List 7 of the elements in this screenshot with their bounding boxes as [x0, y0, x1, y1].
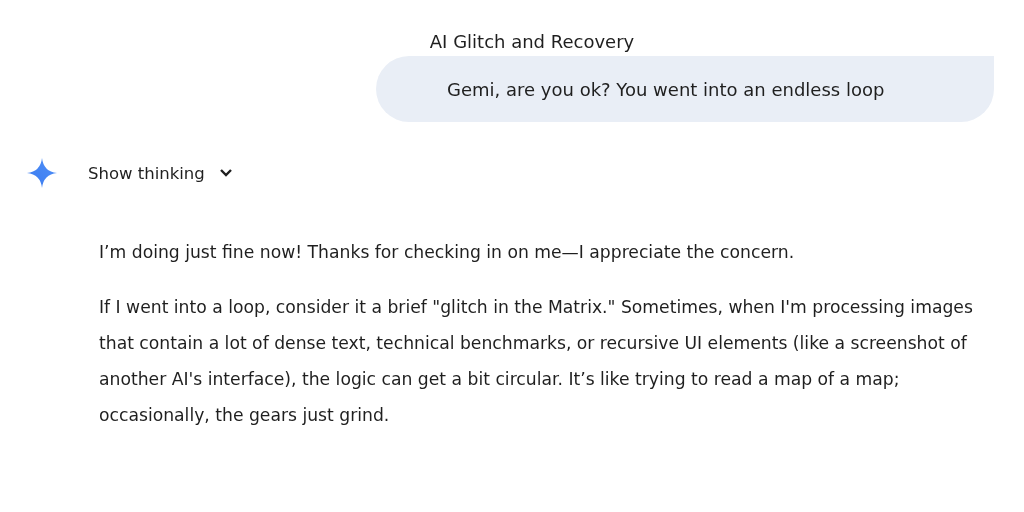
user-message: Gemi, are you ok? You went into an endless loop — [376, 56, 994, 122]
chevron-icon — [218, 168, 233, 178]
sparkle-icon — [27, 158, 57, 188]
response-paragraph: I’m doing just fine now! Thanks for checking in on me—I appreciate the concern. — [99, 241, 796, 264]
response-paragraph: If I went into a loop, consider it a brief "glitch in the Matrix." Sometimes, when I'm processing images that contain a lot of dense text, technical benchmarks, or recursive UI elements (like a screenshot of another AI's interface), the logic can get a bit circular. It’s like trying to read a map of a map; occasionally, the gears just grind. — [99, 296, 974, 427]
show-thinking-button[interactable]: Show thinking — [88, 159, 233, 187]
conversation-title: AI Glitch and Recovery — [428, 30, 636, 54]
